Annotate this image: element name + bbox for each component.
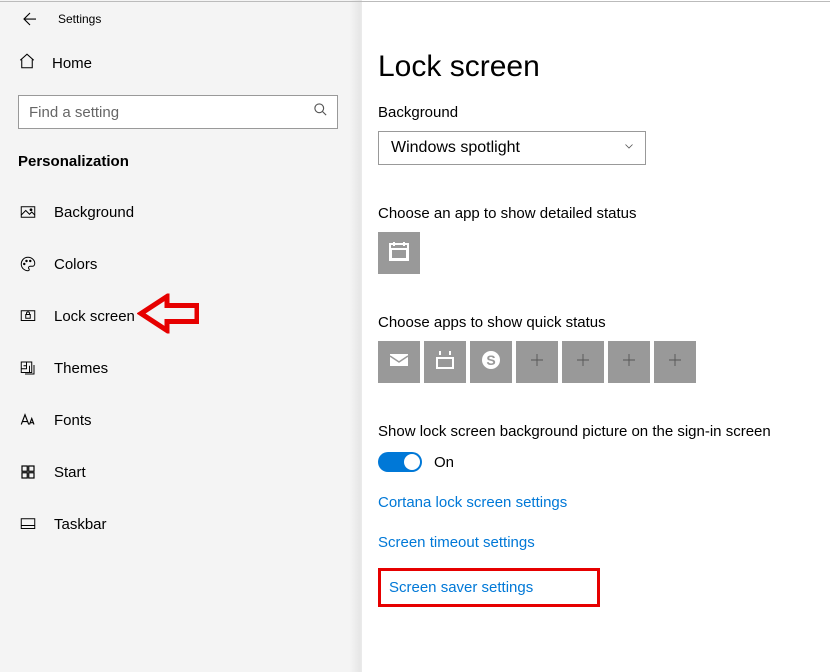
sidebar-home[interactable]: Home — [0, 38, 356, 85]
quick-status-app-mail[interactable] — [378, 341, 420, 383]
taskbar-icon — [18, 514, 38, 534]
start-icon — [18, 462, 38, 482]
palette-icon — [18, 254, 38, 274]
sidebar-item-label: Fonts — [54, 412, 92, 429]
sidebar-item-label: Taskbar — [54, 516, 107, 533]
page-title: Lock screen — [378, 50, 814, 84]
screen-timeout-link[interactable]: Screen timeout settings — [378, 534, 535, 551]
svg-text:S: S — [486, 352, 495, 368]
quick-status-label: Choose apps to show quick status — [378, 314, 814, 331]
sidebar-item-label: Colors — [54, 256, 97, 273]
quick-status-add-slot-2[interactable] — [562, 341, 604, 383]
fonts-icon — [18, 410, 38, 430]
detailed-status-app-button[interactable] — [378, 232, 420, 274]
signin-screen-toggle[interactable] — [378, 452, 422, 472]
themes-icon — [18, 358, 38, 378]
sidebar-item-label: Lock screen — [54, 308, 135, 325]
lock-screen-icon — [18, 306, 38, 326]
signin-screen-label: Show lock screen background picture on t… — [378, 423, 814, 440]
plus-icon — [574, 351, 592, 374]
chevron-down-icon — [623, 139, 635, 157]
skype-icon: S — [479, 348, 503, 377]
sidebar-section-title: Personalization — [0, 129, 356, 186]
quick-status-add-slot-1[interactable] — [516, 341, 558, 383]
sidebar-item-background[interactable]: Background — [0, 186, 356, 238]
home-icon — [18, 52, 36, 75]
sidebar-item-label: Themes — [54, 360, 108, 377]
background-dropdown[interactable]: Windows spotlight — [378, 131, 646, 165]
mail-icon — [387, 348, 411, 377]
toggle-knob — [404, 454, 420, 470]
calendar-icon — [387, 239, 411, 268]
titlebar-title: Settings — [58, 12, 101, 26]
sidebar-item-label: Start — [54, 464, 86, 481]
sidebar-item-lock-screen[interactable]: Lock screen — [0, 290, 356, 342]
sidebar-home-label: Home — [52, 55, 92, 72]
quick-status-app-calendar[interactable] — [424, 341, 466, 383]
sidebar-item-fonts[interactable]: Fonts — [0, 394, 356, 446]
sidebar-item-taskbar[interactable]: Taskbar — [0, 498, 356, 550]
background-dropdown-value: Windows spotlight — [391, 139, 520, 157]
detailed-status-label: Choose an app to show detailed status — [378, 205, 814, 222]
quick-status-add-slot-4[interactable] — [654, 341, 696, 383]
quick-status-add-slot-3[interactable] — [608, 341, 650, 383]
picture-icon — [18, 202, 38, 222]
sidebar-item-start[interactable]: Start — [0, 446, 356, 498]
plus-icon — [620, 351, 638, 374]
back-arrow-icon — [21, 10, 39, 28]
cortana-lock-screen-link[interactable]: Cortana lock screen settings — [378, 494, 567, 511]
signin-toggle-state: On — [434, 454, 454, 471]
plus-icon — [666, 351, 684, 374]
search-input[interactable] — [18, 95, 338, 129]
plus-icon — [528, 351, 546, 374]
back-button[interactable] — [18, 7, 42, 31]
calendar-icon — [433, 348, 457, 377]
sidebar-item-label: Background — [54, 204, 134, 221]
quick-status-app-skype[interactable]: S — [470, 341, 512, 383]
sidebar-item-themes[interactable]: Themes — [0, 342, 356, 394]
background-label: Background — [378, 104, 814, 121]
screen-saver-settings-link[interactable]: Screen saver settings — [378, 568, 600, 607]
search-icon — [313, 102, 328, 122]
sidebar-item-colors[interactable]: Colors — [0, 238, 356, 290]
red-arrow-annotation-icon — [137, 294, 199, 339]
